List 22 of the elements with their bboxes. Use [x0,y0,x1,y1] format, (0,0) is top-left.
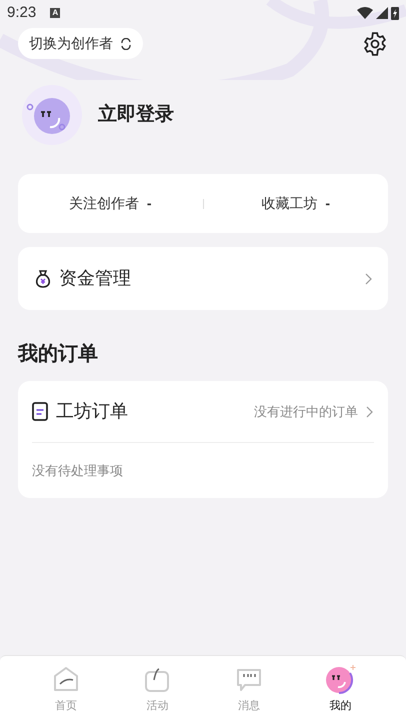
battery-icon [391,6,399,20]
workshop-orders-row[interactable]: 工坊订单 没有进行中的订单 [32,381,374,443]
tab-item[interactable]: 我的 [294,656,386,723]
signal-icon [376,7,388,19]
chevron-right-icon [365,272,373,284]
funds-row[interactable]: 资金管理 [18,247,388,310]
stat-item[interactable]: 收藏工坊 - [204,193,388,214]
face-badge-icon [323,664,358,694]
status-time: 9:23 [7,2,36,23]
stat-item[interactable]: 关注创作者 - [18,193,202,214]
empty-message: 没有待处理事项 [32,462,123,480]
wifi-icon [357,7,373,19]
avatar-icon [22,85,82,145]
chevron-right-icon [366,406,374,418]
refresh-icon [120,38,132,50]
notification-icon: A [50,8,60,18]
switch-role-button[interactable]: 切换为创作者 [18,28,143,59]
login-title[interactable]: 立即登录 [98,100,174,130]
settings-icon[interactable] [362,30,388,56]
section-heading: 我的订单 [18,342,99,367]
document-icon [32,402,48,421]
money-bag-icon [33,268,53,288]
